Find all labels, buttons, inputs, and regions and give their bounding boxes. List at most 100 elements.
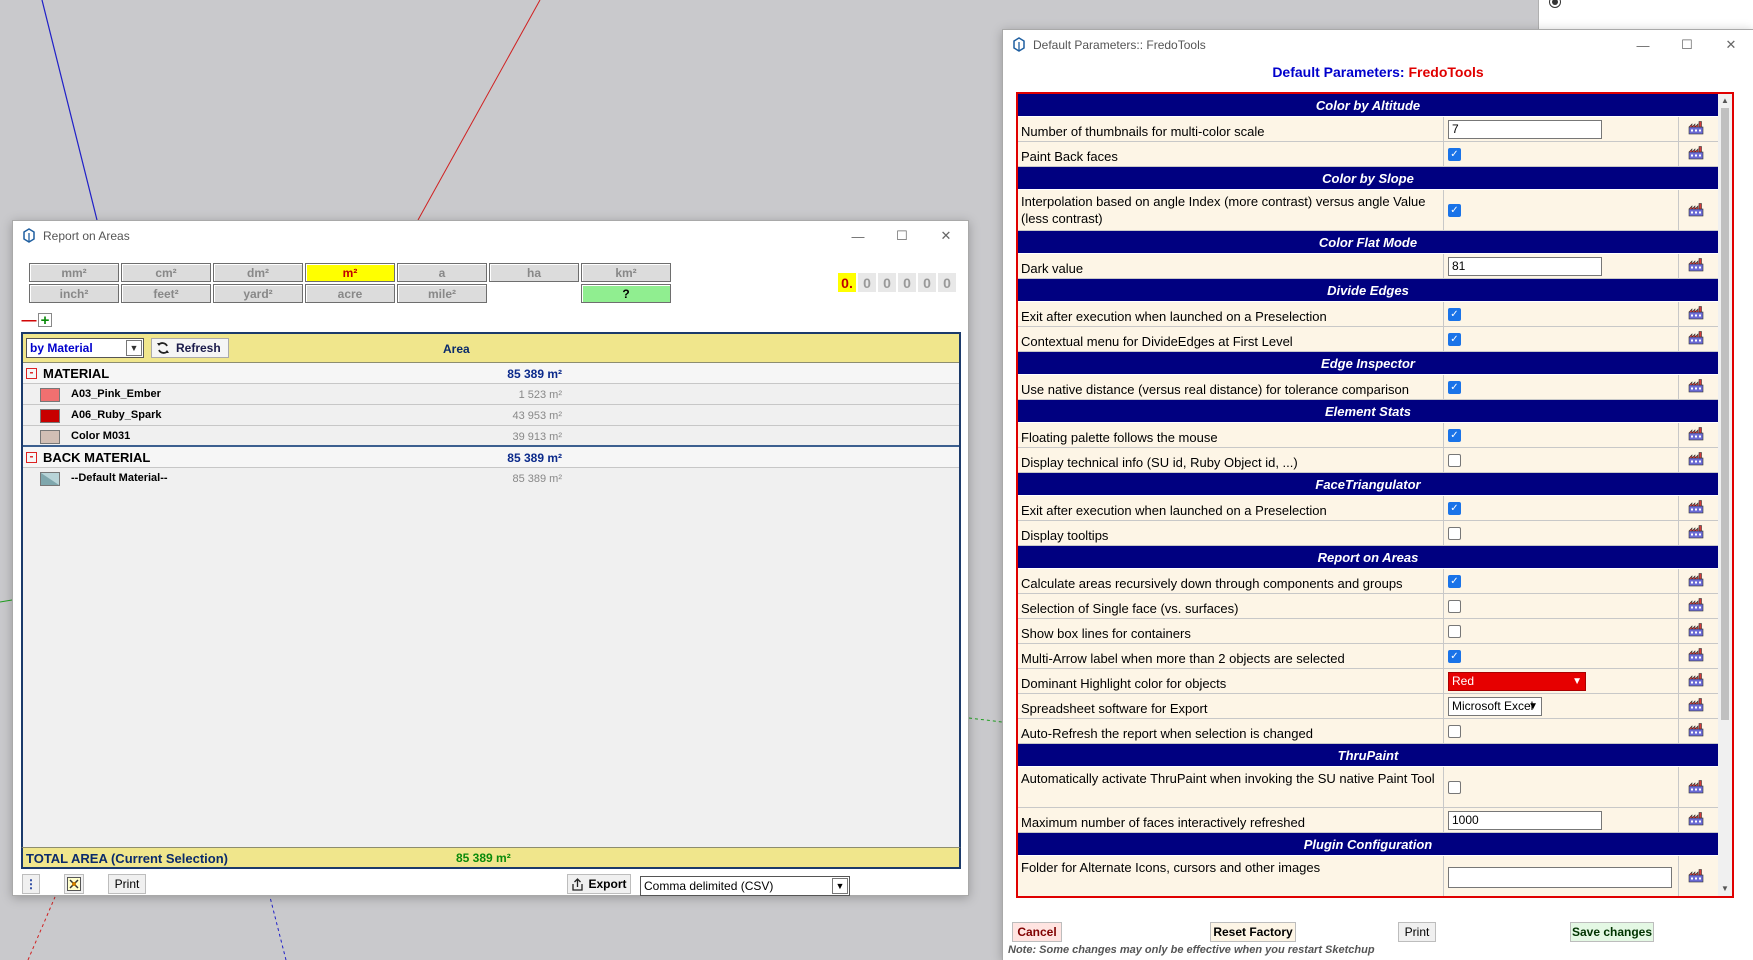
factory-icon[interactable] xyxy=(1688,203,1704,217)
factory-icon[interactable] xyxy=(1688,723,1704,737)
parameter-checkbox[interactable]: ✓ xyxy=(1448,650,1461,663)
factory-icon[interactable] xyxy=(1688,121,1704,135)
expand-all-button[interactable]: + xyxy=(38,313,52,328)
factory-icon[interactable] xyxy=(1688,673,1704,687)
precision-digit[interactable]: 0 xyxy=(858,273,876,292)
params-footer: Cancel Reset Factory Print Save changes xyxy=(1003,922,1753,946)
column-divider xyxy=(1678,594,1679,618)
unit-km2-button[interactable]: km² xyxy=(581,263,671,282)
precision-digit[interactable]: 0 xyxy=(918,273,936,292)
scroll-up-icon[interactable]: ▲ xyxy=(1718,94,1732,108)
material-row[interactable]: --Default Material-- 85 389 m² xyxy=(23,468,959,489)
collapse-all-button[interactable]: — xyxy=(22,313,37,328)
factory-icon[interactable] xyxy=(1688,573,1704,587)
material-row[interactable]: A03_Pink_Ember 1 523 m² xyxy=(23,384,959,405)
scrollbar-thumb[interactable] xyxy=(1721,108,1729,720)
default-parameters-button[interactable] xyxy=(64,874,84,894)
unit-yard2-button[interactable]: yard² xyxy=(213,284,303,303)
factory-icon[interactable] xyxy=(1688,500,1704,514)
unit-cm2-button[interactable]: cm² xyxy=(121,263,211,282)
titlebar[interactable]: Default Parameters:: FredoTools — ☐ ✕ xyxy=(1003,30,1753,60)
parameter-checkbox[interactable]: ✓ xyxy=(1448,429,1461,442)
factory-icon[interactable] xyxy=(1688,306,1704,320)
refresh-button[interactable]: Refresh xyxy=(151,338,229,358)
factory-icon[interactable] xyxy=(1688,698,1704,712)
spreadsheet-dropdown[interactable]: Microsoft Excel ▼ xyxy=(1448,697,1542,716)
parameter-checkbox[interactable]: ✓ xyxy=(1448,204,1461,217)
unit-dm2-button[interactable]: dm² xyxy=(213,263,303,282)
collapse-icon[interactable]: - xyxy=(26,450,37,463)
precision-digit[interactable]: 0 xyxy=(878,273,896,292)
unit-help-button[interactable]: ? xyxy=(581,284,671,303)
vertical-scrollbar[interactable]: ▲ ▼ xyxy=(1718,94,1732,896)
parameter-checkbox[interactable]: ✓ xyxy=(1448,381,1461,394)
group-row-back-material[interactable]: - BACK MATERIAL 85 389 m² xyxy=(23,447,959,468)
parameter-checkbox[interactable] xyxy=(1448,725,1461,738)
precision-digit[interactable]: 0 xyxy=(938,273,956,292)
group-by-dropdown[interactable]: by Material ▼ xyxy=(26,338,144,358)
factory-icon[interactable] xyxy=(1688,812,1704,826)
export-button[interactable]: Export xyxy=(567,874,631,894)
print-button[interactable]: Print xyxy=(1398,922,1436,942)
parameter-text-input[interactable]: 7 xyxy=(1448,120,1602,139)
factory-icon[interactable] xyxy=(1688,379,1704,393)
maximize-button[interactable]: ☐ xyxy=(880,221,924,251)
factory-icon[interactable] xyxy=(1688,146,1704,160)
parameter-checkbox[interactable]: ✓ xyxy=(1448,333,1461,346)
close-button[interactable]: ✕ xyxy=(1709,30,1753,60)
scroll-down-icon[interactable]: ▼ xyxy=(1718,882,1732,896)
export-format-dropdown[interactable]: Comma delimited (CSV) ▼ xyxy=(640,876,850,896)
unit-m2-button[interactable]: m² xyxy=(305,263,395,282)
cancel-button[interactable]: Cancel xyxy=(1012,922,1062,942)
unit-ha-button[interactable]: ha xyxy=(489,263,579,282)
parameter-textarea[interactable] xyxy=(1448,867,1672,888)
unit-acre-button[interactable]: acre xyxy=(305,284,395,303)
collapse-icon[interactable]: - xyxy=(26,366,37,379)
factory-icon[interactable] xyxy=(1688,598,1704,612)
factory-icon[interactable] xyxy=(1688,623,1704,637)
parameter-checkbox[interactable] xyxy=(1448,625,1461,638)
reset-factory-button[interactable]: Reset Factory xyxy=(1210,922,1296,942)
parameter-checkbox[interactable]: ✓ xyxy=(1448,575,1461,588)
factory-icon[interactable] xyxy=(1688,648,1704,662)
column-divider xyxy=(1678,569,1679,593)
factory-icon[interactable] xyxy=(1688,258,1704,272)
save-changes-button[interactable]: Save changes xyxy=(1570,922,1654,942)
group-row-material[interactable]: - MATERIAL 85 389 m² xyxy=(23,363,959,384)
unit-mile2-button[interactable]: mile² xyxy=(397,284,487,303)
precision-digit[interactable]: 0. xyxy=(838,273,856,292)
factory-icon[interactable] xyxy=(1688,780,1704,794)
minimize-button[interactable]: — xyxy=(836,221,880,251)
titlebar[interactable]: Report on Areas — ☐ ✕ xyxy=(13,221,968,251)
parameter-text-input[interactable]: 81 xyxy=(1448,257,1602,276)
parameter-checkbox[interactable]: ✓ xyxy=(1448,148,1461,161)
factory-icon[interactable] xyxy=(1688,452,1704,466)
parameter-checkbox[interactable]: ✓ xyxy=(1448,502,1461,515)
factory-icon[interactable] xyxy=(1688,427,1704,441)
parameter-checkbox[interactable]: ✓ xyxy=(1448,308,1461,321)
factory-icon[interactable] xyxy=(1688,331,1704,345)
more-options-button[interactable]: ⋮ xyxy=(22,874,40,894)
maximize-button[interactable]: ☐ xyxy=(1665,30,1709,60)
unit-feet2-button[interactable]: feet² xyxy=(121,284,211,303)
page-title: Default Parameters: FredoTools xyxy=(1003,64,1753,86)
parameter-checkbox[interactable] xyxy=(1448,527,1461,540)
unit-inch2-button[interactable]: inch² xyxy=(29,284,119,303)
parameter-text-input[interactable]: 1000 xyxy=(1448,811,1602,830)
material-row[interactable]: A06_Ruby_Spark 43 953 m² xyxy=(23,405,959,426)
factory-icon[interactable] xyxy=(1688,525,1704,539)
material-row[interactable]: Color M031 39 913 m² xyxy=(23,426,959,447)
parameter-checkbox[interactable] xyxy=(1448,454,1461,467)
radio-option[interactable] xyxy=(1549,0,1561,8)
parameter-control xyxy=(1448,622,1461,638)
highlight-color-dropdown[interactable]: Red ▼ xyxy=(1448,672,1586,691)
precision-digit[interactable]: 0 xyxy=(898,273,916,292)
close-button[interactable]: ✕ xyxy=(924,221,968,251)
minimize-button[interactable]: — xyxy=(1621,30,1665,60)
parameter-checkbox[interactable] xyxy=(1448,600,1461,613)
unit-mm2-button[interactable]: mm² xyxy=(29,263,119,282)
factory-icon[interactable] xyxy=(1688,869,1704,883)
unit-a-button[interactable]: a xyxy=(397,263,487,282)
parameter-checkbox[interactable] xyxy=(1448,781,1461,794)
print-button[interactable]: Print xyxy=(108,874,146,894)
